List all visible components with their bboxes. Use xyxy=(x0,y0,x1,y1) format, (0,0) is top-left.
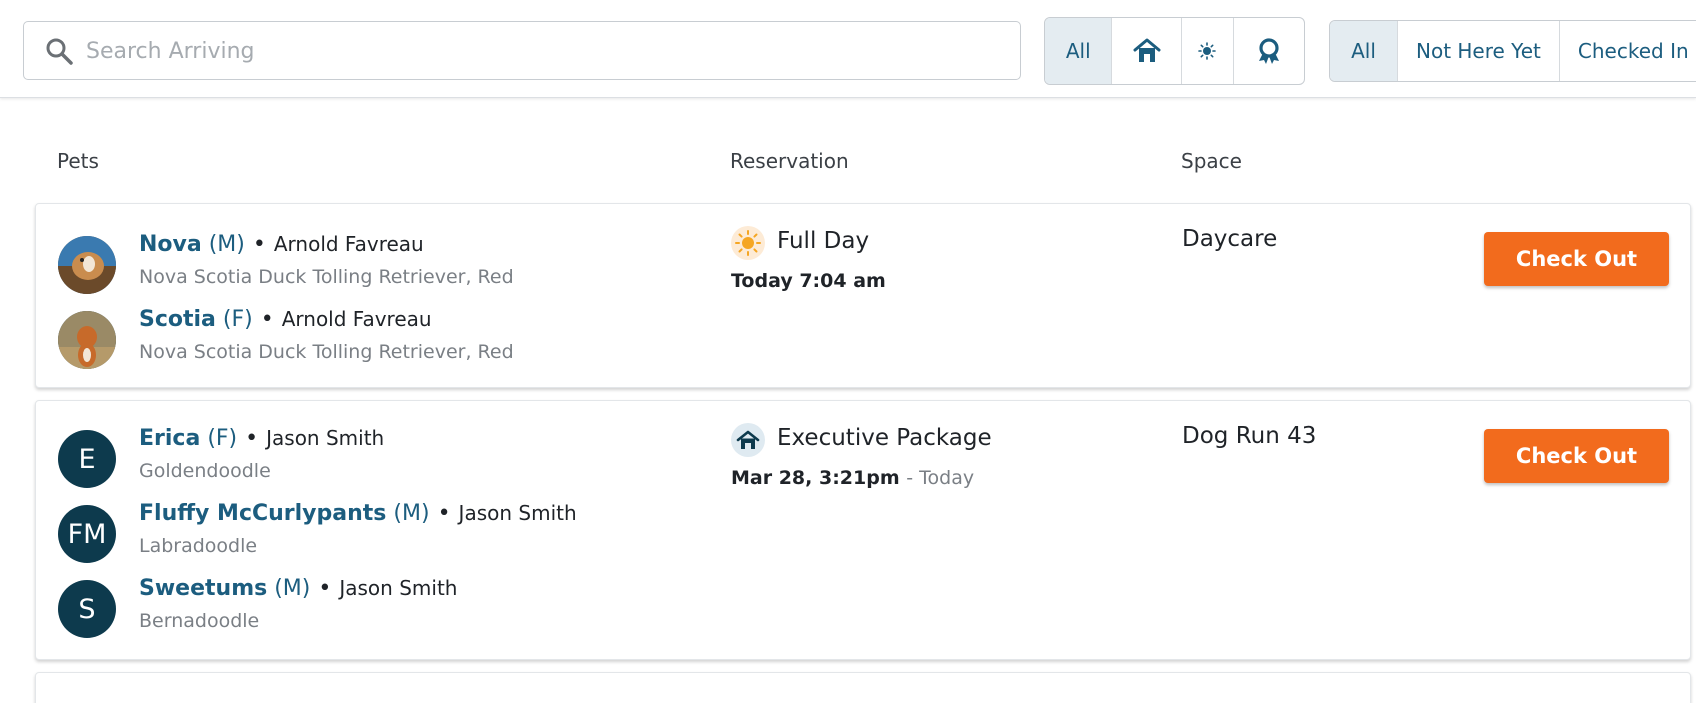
owner-name: Arnold Favreau xyxy=(273,232,424,256)
owner-name: Jason Smith xyxy=(266,426,385,450)
pet-initials-avatar: E xyxy=(58,430,116,488)
pet-breed: Nova Scotia Duck Tolling Retriever, Red xyxy=(139,266,514,288)
pet-name-line: Scotia (F) • Arnold Favreau xyxy=(139,307,432,332)
reservation-card[interactable]: E Erica (F) • Jason Smith Goldendoodle FM … xyxy=(35,400,1691,660)
house-icon xyxy=(1133,38,1161,62)
award-icon xyxy=(1258,38,1279,64)
reservation-type-badge xyxy=(731,423,765,457)
pet-name-line: Sweetums (M) • Jason Smith xyxy=(139,576,457,601)
reservation-time: Mar 28, 3:21pm - Today xyxy=(731,467,974,489)
filter-type-training[interactable] xyxy=(1234,18,1304,84)
filter-status-all-label: All xyxy=(1351,39,1376,63)
filter-status-not-here-yet[interactable]: Not Here Yet xyxy=(1398,21,1560,81)
pet-initials-avatar: FM xyxy=(58,505,116,563)
avatar-initials: S xyxy=(78,593,96,625)
space-name: Dog Run 43 xyxy=(1182,423,1317,449)
dog-photo-icon xyxy=(58,236,116,294)
pet-photo-avatar xyxy=(58,236,116,294)
filter-status-all[interactable]: All xyxy=(1330,21,1398,81)
toolbar: All xyxy=(0,0,1696,98)
pet-breed: Nova Scotia Duck Tolling Retriever, Red xyxy=(139,341,514,363)
pet-sex: (M) xyxy=(393,501,430,526)
type-filter-group: All xyxy=(1044,17,1305,85)
column-header-reservation: Reservation xyxy=(730,149,849,173)
pet-breed: Labradoodle xyxy=(139,535,258,557)
separator-dot: • xyxy=(318,576,332,601)
reservation-time-text: Mar 28, 3:21pm xyxy=(731,467,900,489)
separator-dot: • xyxy=(437,501,451,526)
pet-sex: (F) xyxy=(207,426,238,451)
filter-status-checked-in-label: Checked In xyxy=(1577,39,1689,63)
filter-type-all[interactable]: All xyxy=(1045,18,1113,84)
avatar-initials: FM xyxy=(67,518,107,550)
sun-icon xyxy=(1198,42,1217,60)
owner-name: Jason Smith xyxy=(458,501,577,525)
dog-photo-icon xyxy=(58,311,116,369)
pet-sex: (F) xyxy=(222,307,253,332)
separator-dot: • xyxy=(252,232,266,257)
search-box[interactable] xyxy=(23,21,1021,80)
pet-name-link[interactable]: Fluffy McCurlypants xyxy=(139,501,386,526)
pet-name-link[interactable]: Scotia xyxy=(139,307,216,332)
pet-photo-avatar xyxy=(58,311,116,369)
pet-breed: Bernadoodle xyxy=(139,610,260,632)
column-header-space: Space xyxy=(1181,149,1242,173)
avatar-initials: E xyxy=(78,443,96,475)
status-filter-group: All Not Here Yet Checked In xyxy=(1329,20,1696,82)
pet-name-link[interactable]: Sweetums xyxy=(139,576,267,601)
column-header-pets: Pets xyxy=(57,149,99,173)
pet-sex: (M) xyxy=(274,576,311,601)
pet-name-line: Erica (F) • Jason Smith xyxy=(139,426,384,451)
filter-status-checked-in[interactable]: Checked In xyxy=(1560,21,1696,81)
sun-icon xyxy=(735,230,761,256)
reservation-title: Full Day xyxy=(777,228,870,254)
search-input[interactable] xyxy=(86,30,1006,72)
filter-status-not-here-yet-label: Not Here Yet xyxy=(1416,39,1541,63)
separator-dot: • xyxy=(245,426,259,451)
reservation-type-badge xyxy=(731,226,765,260)
reservation-card[interactable] xyxy=(35,672,1691,703)
reservation-time-text: Today 7:04 am xyxy=(731,270,886,292)
space-name: Daycare xyxy=(1182,226,1278,252)
filter-type-all-label: All xyxy=(1065,39,1091,63)
pet-sex: (M) xyxy=(208,232,245,257)
filter-type-daycare[interactable] xyxy=(1182,18,1234,84)
filter-type-boarding[interactable] xyxy=(1112,18,1182,84)
check-out-button[interactable]: Check Out xyxy=(1484,232,1669,286)
house-icon xyxy=(736,430,760,449)
pet-name-line: Nova (M) • Arnold Favreau xyxy=(139,232,424,257)
reservation-title: Executive Package xyxy=(777,425,992,451)
owner-name: Jason Smith xyxy=(339,576,458,600)
separator-dot: • xyxy=(260,307,274,332)
pet-initials-avatar: S xyxy=(58,580,116,638)
pet-breed: Goldendoodle xyxy=(139,460,271,482)
reservation-time: Today 7:04 am xyxy=(731,270,886,292)
reservation-card[interactable]: Nova (M) • Arnold Favreau Nova Scotia Duck… xyxy=(35,203,1691,388)
pet-name-link[interactable]: Erica xyxy=(139,426,200,451)
check-out-button[interactable]: Check Out xyxy=(1484,429,1669,483)
owner-name: Arnold Favreau xyxy=(281,307,432,331)
search-icon xyxy=(46,38,73,65)
pet-name-link[interactable]: Nova xyxy=(139,232,202,257)
pet-name-line: Fluffy McCurlypants (M) • Jason Smith xyxy=(139,501,577,526)
reservation-time-relative: - Today xyxy=(906,467,975,489)
